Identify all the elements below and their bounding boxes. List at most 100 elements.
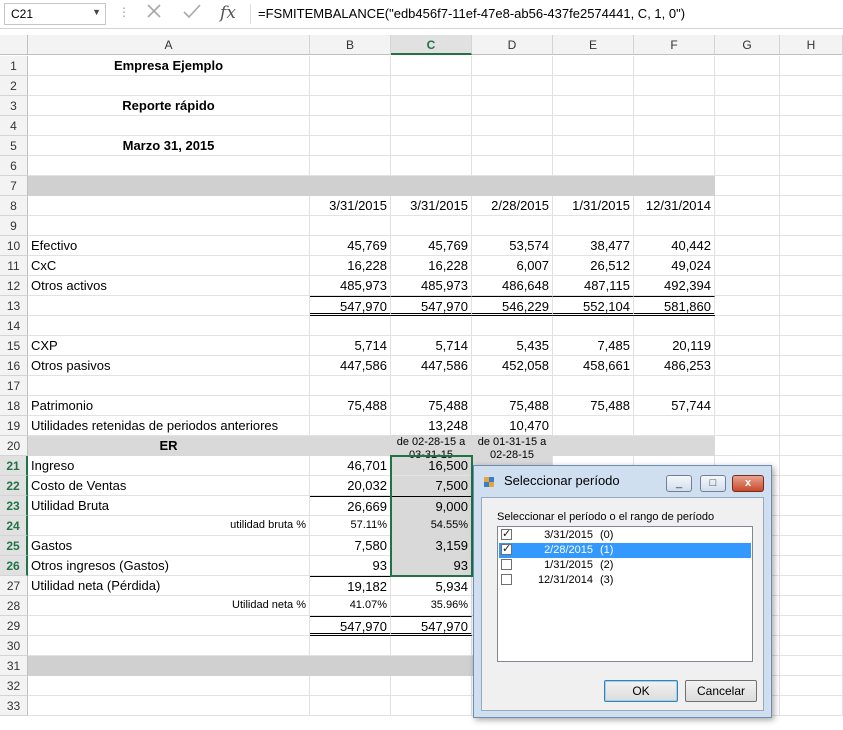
- cell-c22[interactable]: 7,500: [391, 476, 472, 496]
- cell-c5[interactable]: [391, 136, 472, 156]
- cell-c19[interactable]: 13,248: [391, 416, 472, 436]
- cell-b16[interactable]: 447,586: [310, 356, 391, 376]
- cell-h3[interactable]: [780, 96, 843, 116]
- cell-c7[interactable]: [391, 176, 472, 196]
- close-button[interactable]: x: [732, 475, 764, 492]
- cell-a22[interactable]: Costo de Ventas: [28, 476, 310, 496]
- row-header-4[interactable]: 4: [0, 116, 28, 136]
- cell-b27[interactable]: 19,182: [310, 576, 391, 596]
- period-checkbox[interactable]: [501, 559, 512, 570]
- cell-h21[interactable]: [780, 456, 843, 476]
- row-header-5[interactable]: 5: [0, 136, 28, 156]
- row-header-31[interactable]: 31: [0, 656, 28, 676]
- cell-d4[interactable]: [472, 116, 553, 136]
- cell-g16[interactable]: [715, 356, 780, 376]
- cell-b23[interactable]: 26,669: [310, 496, 391, 516]
- row-header-32[interactable]: 32: [0, 676, 28, 696]
- row-header-27[interactable]: 27: [0, 576, 28, 596]
- row-header-2[interactable]: 2: [0, 76, 28, 96]
- cell-f2[interactable]: [634, 76, 715, 96]
- cell-e13[interactable]: 552,104: [553, 296, 634, 316]
- cell-h22[interactable]: [780, 476, 843, 496]
- row-header-24[interactable]: 24: [0, 516, 28, 536]
- row-header-30[interactable]: 30: [0, 636, 28, 656]
- cell-a19[interactable]: Utilidades retenidas de periodos anterio…: [28, 416, 310, 436]
- cell-e19[interactable]: [553, 416, 634, 436]
- cancel-formula-button[interactable]: [140, 2, 168, 24]
- cell-a33[interactable]: [28, 696, 310, 716]
- minimize-button[interactable]: _: [666, 475, 692, 492]
- cell-b28[interactable]: 41.07%: [310, 596, 391, 616]
- cell-a9[interactable]: [28, 216, 310, 236]
- cell-c25[interactable]: 3,159: [391, 536, 472, 556]
- cell-c21[interactable]: 16,500: [391, 456, 472, 476]
- cell-e1[interactable]: [553, 56, 634, 76]
- cell-c18[interactable]: 75,488: [391, 396, 472, 416]
- cell-a16[interactable]: Otros pasivos: [28, 356, 310, 376]
- cell-e16[interactable]: 458,661: [553, 356, 634, 376]
- cell-f20[interactable]: [634, 436, 715, 456]
- row-header-10[interactable]: 10: [0, 236, 28, 256]
- cell-d13[interactable]: 546,229: [472, 296, 553, 316]
- cell-h32[interactable]: [780, 676, 843, 696]
- dialog-title-bar[interactable]: Seleccionar período _ □ x: [474, 466, 771, 496]
- cell-f17[interactable]: [634, 376, 715, 396]
- cell-c6[interactable]: [391, 156, 472, 176]
- row-header-16[interactable]: 16: [0, 356, 28, 376]
- period-list-item[interactable]: 12/31/2014 (3): [499, 573, 751, 588]
- cell-h10[interactable]: [780, 236, 843, 256]
- cell-b29[interactable]: 547,970: [310, 616, 391, 636]
- cell-g11[interactable]: [715, 256, 780, 276]
- cell-g9[interactable]: [715, 216, 780, 236]
- cell-e5[interactable]: [553, 136, 634, 156]
- cell-a26[interactable]: Otros ingresos (Gastos): [28, 556, 310, 576]
- cell-c28[interactable]: 35.96%: [391, 596, 472, 616]
- ok-button[interactable]: OK: [604, 680, 678, 702]
- cell-f9[interactable]: [634, 216, 715, 236]
- cell-c29[interactable]: 547,970: [391, 616, 472, 636]
- cell-h4[interactable]: [780, 116, 843, 136]
- row-header-17[interactable]: 17: [0, 376, 28, 396]
- cell-d11[interactable]: 6,007: [472, 256, 553, 276]
- cell-d16[interactable]: 452,058: [472, 356, 553, 376]
- cell-a20[interactable]: ER: [28, 436, 310, 456]
- cell-h15[interactable]: [780, 336, 843, 356]
- cell-h2[interactable]: [780, 76, 843, 96]
- cell-h13[interactable]: [780, 296, 843, 316]
- cell-a17[interactable]: [28, 376, 310, 396]
- cell-h9[interactable]: [780, 216, 843, 236]
- cell-h24[interactable]: [780, 516, 843, 536]
- select-all-corner[interactable]: [0, 35, 28, 55]
- cell-c9[interactable]: [391, 216, 472, 236]
- enter-formula-button[interactable]: [178, 2, 206, 24]
- cell-h6[interactable]: [780, 156, 843, 176]
- cell-b25[interactable]: 7,580: [310, 536, 391, 556]
- cell-a1[interactable]: Empresa Ejemplo: [28, 56, 310, 76]
- cell-a23[interactable]: Utilidad Bruta: [28, 496, 310, 516]
- row-header-14[interactable]: 14: [0, 316, 28, 336]
- cell-c17[interactable]: [391, 376, 472, 396]
- period-list[interactable]: 3/31/2015 (0) 2/28/2015 (1) 1/31/2015 (2) 12/3…: [497, 526, 753, 662]
- row-header-28[interactable]: 28: [0, 596, 28, 616]
- period-checkbox[interactable]: [501, 574, 512, 585]
- cell-c23[interactable]: 9,000: [391, 496, 472, 516]
- period-checkbox[interactable]: [501, 542, 512, 557]
- cell-e17[interactable]: [553, 376, 634, 396]
- cell-d1[interactable]: [472, 56, 553, 76]
- cell-a13[interactable]: [28, 296, 310, 316]
- cell-d17[interactable]: [472, 376, 553, 396]
- cell-a10[interactable]: Efectivo: [28, 236, 310, 256]
- cell-h8[interactable]: [780, 196, 843, 216]
- row-header-33[interactable]: 33: [0, 696, 28, 716]
- cell-a3[interactable]: Reporte rápido: [28, 96, 310, 116]
- column-header-c[interactable]: C: [391, 35, 472, 55]
- cell-c12[interactable]: 485,973: [391, 276, 472, 296]
- row-header-11[interactable]: 11: [0, 256, 28, 276]
- column-header-b[interactable]: B: [310, 35, 391, 55]
- cell-f16[interactable]: 486,253: [634, 356, 715, 376]
- cell-e9[interactable]: [553, 216, 634, 236]
- cell-h28[interactable]: [780, 596, 843, 616]
- row-header-15[interactable]: 15: [0, 336, 28, 356]
- cell-b13[interactable]: 547,970: [310, 296, 391, 316]
- cell-e11[interactable]: 26,512: [553, 256, 634, 276]
